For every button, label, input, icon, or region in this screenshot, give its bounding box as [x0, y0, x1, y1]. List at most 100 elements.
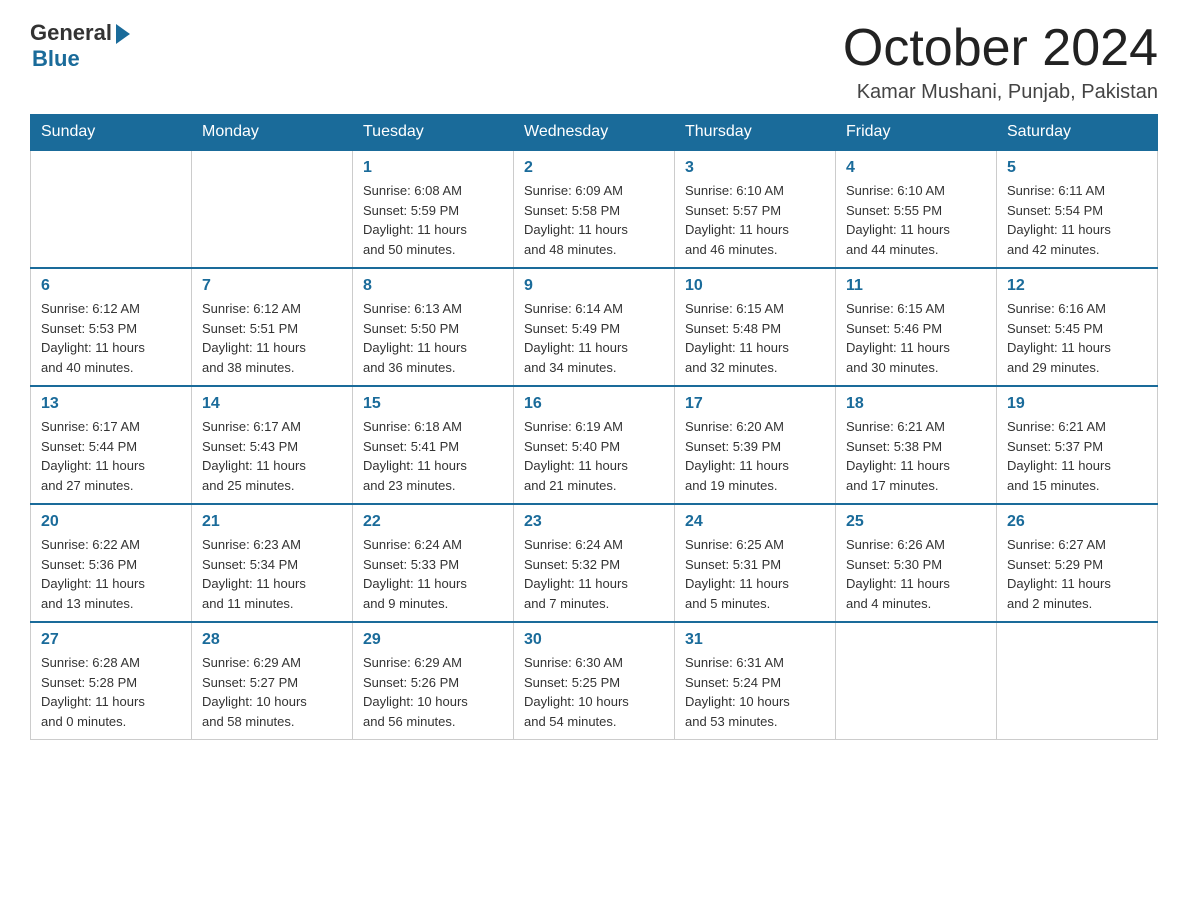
calendar-week-row: 6 Sunrise: 6:12 AM Sunset: 5:53 PM Daylig…	[31, 268, 1158, 386]
day-info: Sunrise: 6:26 AM Sunset: 5:30 PM Dayligh…	[846, 535, 986, 613]
day-info: Sunrise: 6:30 AM Sunset: 5:25 PM Dayligh…	[524, 653, 664, 731]
day-info: Sunrise: 6:18 AM Sunset: 5:41 PM Dayligh…	[363, 417, 503, 495]
calendar-cell: 1Sunrise: 6:08 AM Sunset: 5:59 PM Daylig…	[353, 150, 514, 268]
calendar-cell: 2 Sunrise: 6:09 AM Sunset: 5:58 PM Daylig…	[514, 150, 675, 268]
day-number: 14	[202, 395, 342, 413]
day-info: Sunrise: 6:27 AM Sunset: 5:29 PM Dayligh…	[1007, 535, 1147, 613]
day-number: 20	[41, 513, 181, 531]
calendar-cell: 23 Sunrise: 6:24 AM Sunset: 5:32 PM Dayli…	[514, 504, 675, 622]
calendar-body: 1Sunrise: 6:08 AM Sunset: 5:59 PM Daylig…	[31, 150, 1158, 740]
calendar-cell: 5 Sunrise: 6:11 AM Sunset: 5:54 PM Daylig…	[997, 150, 1158, 268]
day-info: Sunrise: 6:12 AM Sunset: 5:51 PM Dayligh…	[202, 299, 342, 377]
calendar-cell: 3 Sunrise: 6:10 AM Sunset: 5:57 PM Daylig…	[675, 150, 836, 268]
calendar-cell: 12Sunrise: 6:16 AM Sunset: 5:45 PM Dayli…	[997, 268, 1158, 386]
day-info: Sunrise: 6:24 AM Sunset: 5:32 PM Dayligh…	[524, 535, 664, 613]
calendar-week-row: 13 Sunrise: 6:17 AM Sunset: 5:44 PM Dayli…	[31, 386, 1158, 504]
calendar-cell: 31Sunrise: 6:31 AM Sunset: 5:24 PM Dayli…	[675, 622, 836, 740]
day-info: Sunrise: 6:21 AM Sunset: 5:38 PM Dayligh…	[846, 417, 986, 495]
calendar-cell: 26Sunrise: 6:27 AM Sunset: 5:29 PM Dayli…	[997, 504, 1158, 622]
day-info: Sunrise: 6:14 AM Sunset: 5:49 PM Dayligh…	[524, 299, 664, 377]
day-number: 10	[685, 277, 825, 295]
calendar-cell: 11 Sunrise: 6:15 AM Sunset: 5:46 PM Dayli…	[836, 268, 997, 386]
calendar-cell	[997, 622, 1158, 740]
weekday-header-thursday: Thursday	[675, 115, 836, 151]
weekday-header-friday: Friday	[836, 115, 997, 151]
day-number: 27	[41, 631, 181, 649]
day-info: Sunrise: 6:17 AM Sunset: 5:43 PM Dayligh…	[202, 417, 342, 495]
logo-blue-text: Blue	[32, 46, 80, 72]
calendar-table: SundayMondayTuesdayWednesdayThursdayFrid…	[30, 114, 1158, 740]
day-number: 28	[202, 631, 342, 649]
calendar-cell: 19 Sunrise: 6:21 AM Sunset: 5:37 PM Dayli…	[997, 386, 1158, 504]
calendar-cell: 4 Sunrise: 6:10 AM Sunset: 5:55 PM Daylig…	[836, 150, 997, 268]
day-info: Sunrise: 6:21 AM Sunset: 5:37 PM Dayligh…	[1007, 417, 1147, 495]
day-number: 18	[846, 395, 986, 413]
calendar-cell: 6 Sunrise: 6:12 AM Sunset: 5:53 PM Daylig…	[31, 268, 192, 386]
calendar-cell: 10 Sunrise: 6:15 AM Sunset: 5:48 PM Dayli…	[675, 268, 836, 386]
calendar-cell: 22Sunrise: 6:24 AM Sunset: 5:33 PM Dayli…	[353, 504, 514, 622]
day-number: 6	[41, 277, 181, 295]
day-number: 2	[524, 159, 664, 177]
day-info: Sunrise: 6:19 AM Sunset: 5:40 PM Dayligh…	[524, 417, 664, 495]
calendar-header: SundayMondayTuesdayWednesdayThursdayFrid…	[31, 115, 1158, 151]
day-number: 15	[363, 395, 503, 413]
location-text: Kamar Mushani, Punjab, Pakistan	[843, 81, 1158, 104]
logo-general-text: General	[30, 20, 112, 46]
calendar-cell: 14 Sunrise: 6:17 AM Sunset: 5:43 PM Dayli…	[192, 386, 353, 504]
day-info: Sunrise: 6:17 AM Sunset: 5:44 PM Dayligh…	[41, 417, 181, 495]
day-info: Sunrise: 6:29 AM Sunset: 5:26 PM Dayligh…	[363, 653, 503, 731]
day-info: Sunrise: 6:25 AM Sunset: 5:31 PM Dayligh…	[685, 535, 825, 613]
calendar-cell: 20Sunrise: 6:22 AM Sunset: 5:36 PM Dayli…	[31, 504, 192, 622]
calendar-cell: 9Sunrise: 6:14 AM Sunset: 5:49 PM Daylig…	[514, 268, 675, 386]
day-number: 11	[846, 277, 986, 295]
day-info: Sunrise: 6:23 AM Sunset: 5:34 PM Dayligh…	[202, 535, 342, 613]
day-number: 25	[846, 513, 986, 531]
day-number: 21	[202, 513, 342, 531]
calendar-cell	[192, 150, 353, 268]
calendar-cell: 13 Sunrise: 6:17 AM Sunset: 5:44 PM Dayli…	[31, 386, 192, 504]
calendar-cell: 21 Sunrise: 6:23 AM Sunset: 5:34 PM Dayli…	[192, 504, 353, 622]
weekday-header-monday: Monday	[192, 115, 353, 151]
day-info: Sunrise: 6:13 AM Sunset: 5:50 PM Dayligh…	[363, 299, 503, 377]
calendar-cell: 24 Sunrise: 6:25 AM Sunset: 5:31 PM Dayli…	[675, 504, 836, 622]
title-section: October 2024 Kamar Mushani, Punjab, Paki…	[843, 20, 1158, 104]
day-number: 19	[1007, 395, 1147, 413]
day-info: Sunrise: 6:10 AM Sunset: 5:55 PM Dayligh…	[846, 181, 986, 259]
day-number: 5	[1007, 159, 1147, 177]
day-number: 17	[685, 395, 825, 413]
weekday-header-saturday: Saturday	[997, 115, 1158, 151]
day-info: Sunrise: 6:24 AM Sunset: 5:33 PM Dayligh…	[363, 535, 503, 613]
calendar-week-row: 1Sunrise: 6:08 AM Sunset: 5:59 PM Daylig…	[31, 150, 1158, 268]
logo: General Blue	[30, 20, 130, 72]
day-info: Sunrise: 6:11 AM Sunset: 5:54 PM Dayligh…	[1007, 181, 1147, 259]
calendar-cell: 17Sunrise: 6:20 AM Sunset: 5:39 PM Dayli…	[675, 386, 836, 504]
day-info: Sunrise: 6:08 AM Sunset: 5:59 PM Dayligh…	[363, 181, 503, 259]
calendar-week-row: 20Sunrise: 6:22 AM Sunset: 5:36 PM Dayli…	[31, 504, 1158, 622]
calendar-week-row: 27Sunrise: 6:28 AM Sunset: 5:28 PM Dayli…	[31, 622, 1158, 740]
page-header: General Blue October 2024 Kamar Mushani,…	[30, 20, 1158, 104]
logo-arrow-icon	[116, 24, 130, 44]
day-info: Sunrise: 6:15 AM Sunset: 5:46 PM Dayligh…	[846, 299, 986, 377]
day-info: Sunrise: 6:16 AM Sunset: 5:45 PM Dayligh…	[1007, 299, 1147, 377]
day-number: 23	[524, 513, 664, 531]
day-info: Sunrise: 6:12 AM Sunset: 5:53 PM Dayligh…	[41, 299, 181, 377]
day-number: 16	[524, 395, 664, 413]
day-number: 30	[524, 631, 664, 649]
calendar-cell: 25 Sunrise: 6:26 AM Sunset: 5:30 PM Dayli…	[836, 504, 997, 622]
day-number: 8	[363, 277, 503, 295]
day-number: 29	[363, 631, 503, 649]
day-number: 7	[202, 277, 342, 295]
day-info: Sunrise: 6:09 AM Sunset: 5:58 PM Dayligh…	[524, 181, 664, 259]
calendar-cell: 27Sunrise: 6:28 AM Sunset: 5:28 PM Dayli…	[31, 622, 192, 740]
day-info: Sunrise: 6:15 AM Sunset: 5:48 PM Dayligh…	[685, 299, 825, 377]
day-number: 3	[685, 159, 825, 177]
calendar-cell: 8 Sunrise: 6:13 AM Sunset: 5:50 PM Daylig…	[353, 268, 514, 386]
calendar-cell: 28Sunrise: 6:29 AM Sunset: 5:27 PM Dayli…	[192, 622, 353, 740]
day-number: 4	[846, 159, 986, 177]
day-number: 13	[41, 395, 181, 413]
day-number: 24	[685, 513, 825, 531]
calendar-cell	[836, 622, 997, 740]
calendar-cell: 29 Sunrise: 6:29 AM Sunset: 5:26 PM Dayli…	[353, 622, 514, 740]
day-info: Sunrise: 6:10 AM Sunset: 5:57 PM Dayligh…	[685, 181, 825, 259]
calendar-cell	[31, 150, 192, 268]
